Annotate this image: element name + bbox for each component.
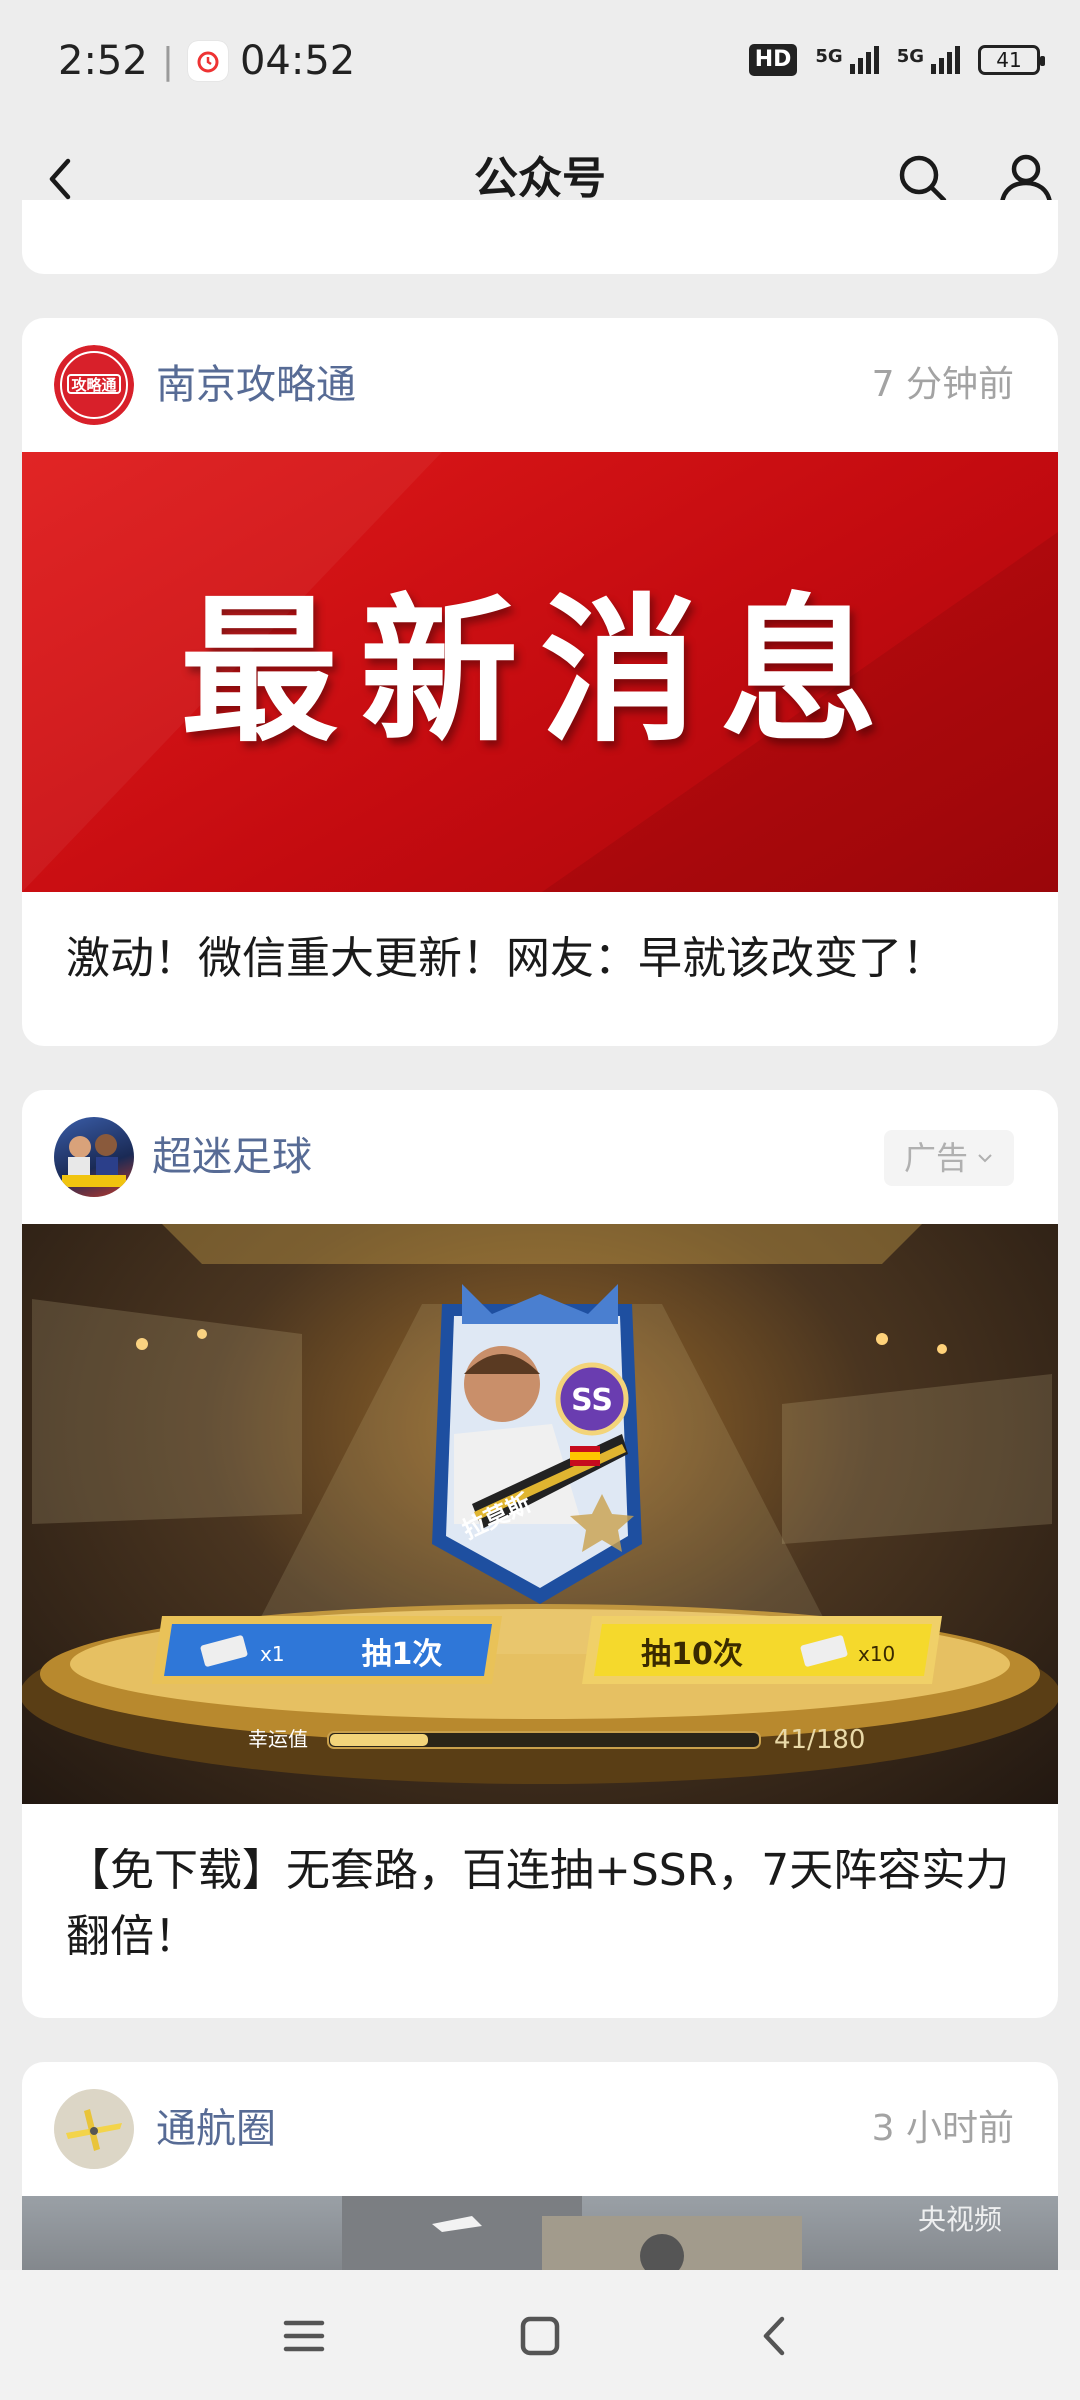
battery-icon: 41 [978,45,1045,75]
cover-headline: 最新消息 [180,580,900,764]
status-separator: | [161,40,174,82]
account-name[interactable]: 通航圈 [156,2062,276,2196]
status-left: 2:52 | 04:52 [58,38,355,84]
hd-icon: HD [748,44,798,76]
status-time: 2:52 [58,38,148,84]
account-avatar[interactable] [54,1117,134,1197]
post-time: 3 小时前 [871,2108,1014,2149]
status-right: HD 5G 5G 41 [748,44,1045,76]
home-icon[interactable] [512,2308,568,2364]
signal-5g-icon: 5G [897,46,960,74]
ad-label: 广告 [903,1139,968,1177]
account-name[interactable]: 南京攻略通 [156,318,356,452]
ad-card[interactable]: 超迷足球 广告 SS 拉莫斯 x1 抽1次 抽10次 x10 幸运值 41/18… [22,1090,1058,2018]
player-rank: SS [571,1383,613,1418]
signal-5g-icon: 5G [815,46,879,74]
card-header: 超迷足球 广告 [22,1090,1058,1224]
previous-article-card[interactable] [22,200,1058,274]
ad-title[interactable]: 【免下载】无套路，百连抽+SSR，7天阵容实力翻倍！ [22,1804,1058,1970]
luck-value: 41/180 [774,1725,865,1755]
ad-cover-image[interactable]: SS 拉莫斯 x1 抽1次 抽10次 x10 幸运值 41/180 [22,1224,1058,1804]
article-title[interactable]: 激动！微信重大更新！网友：早就该改变了！ [22,892,1058,992]
ad-badge[interactable]: 广告 [883,1130,1014,1186]
nav-back-icon[interactable] [748,2308,804,2364]
alarm-time: 04:52 [239,38,356,84]
post-time: 7 分钟前 [871,364,1014,405]
card-header: 通航圈 3 小时前 [22,2062,1058,2196]
draw-10-label: 抽10次 [641,1637,743,1672]
video-watermark: 央视频 [917,2203,1002,2236]
chevron-down-icon [978,1154,992,1163]
luck-progress-fill [330,1734,428,1746]
avatar-logo-text: 攻略通 [71,376,117,394]
draw-1-label: 抽1次 [362,1637,443,1672]
cover-image[interactable]: 最新消息 [22,452,1058,892]
menu-icon[interactable] [276,2308,332,2364]
alarm-icon [187,41,228,81]
battery-level: 41 [996,48,1022,72]
luck-label: 幸运值 [248,1727,308,1751]
status-bar: 2:52 | 04:52 HD 5G 5G 41 [0,0,1080,125]
system-nav-bar [0,2270,1080,2400]
account-name[interactable]: 超迷足球 [152,1090,312,1224]
draw-10-count: x10 [858,1642,895,1666]
card-header: 攻略通 南京攻略通 7 分钟前 [22,318,1058,452]
account-avatar[interactable] [54,2089,134,2169]
draw-1-count: x1 [260,1642,285,1666]
article-card[interactable]: 攻略通 南京攻略通 7 分钟前 最新消息 激动！微信重大更新！网友：早就该改变了… [22,318,1058,1046]
account-avatar[interactable]: 攻略通 [54,345,134,425]
